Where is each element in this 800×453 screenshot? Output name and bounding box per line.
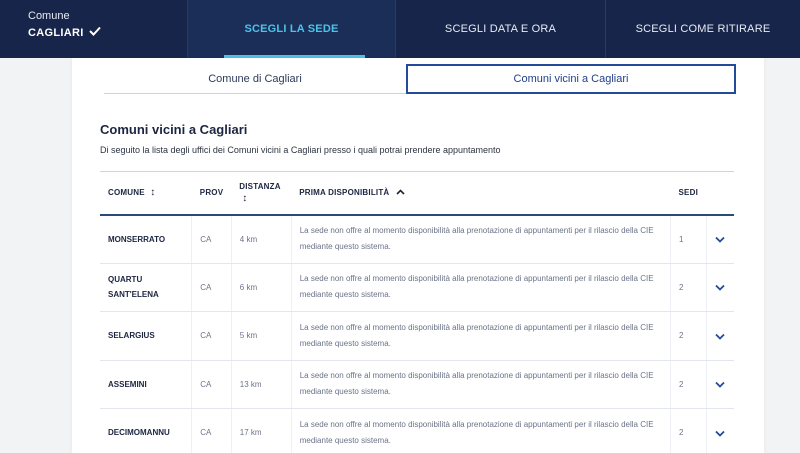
section-description: Di seguito la lista degli uffici dei Com… [100,145,501,155]
row-sedi: 2 [670,311,707,361]
offices-table: COMUNE ↕ PROV DISTANZA ↕ PRIMA DISPONIBI… [100,171,734,453]
table-row[interactable]: SELARGIUS CA 5 km La sede non offre al m… [100,311,734,361]
comune-value: CAGLIARI [28,26,84,39]
row-prov: CA [191,214,232,264]
row-prima-disponibilita: La sede non offre al momento disponibili… [291,263,672,312]
chevron-up-icon[interactable] [396,188,405,197]
header-sedi: SEDI [678,188,698,198]
comune-label: Comune [28,10,70,22]
table-row[interactable]: MONSERRATO CA 4 km La sede non offre al … [100,214,734,264]
tab-comuni-vicini[interactable]: Comuni vicini a Cagliari [406,64,736,94]
row-prima-disponibilita: La sede non offre al momento disponibili… [291,408,672,453]
row-distanza: 13 km [231,360,292,409]
row-comune: SELARGIUS [100,311,193,361]
chevron-down-icon[interactable] [706,311,734,361]
header-prima-disponibilita[interactable]: PRIMA DISPONIBILITÀ [291,172,670,215]
row-prima-disponibilita: La sede non offre al momento disponibili… [291,311,672,361]
tabs: Comune di Cagliari Comuni vicini a Cagli… [104,64,736,94]
table-row[interactable]: ASSEMINI CA 13 km La sede non offre al m… [100,360,734,409]
row-comune: DECIMOMANNU [100,408,193,453]
table-row[interactable]: QUARTU SANT'ELENA CA 6 km La sede non of… [100,263,734,312]
step-scegli-data-ora[interactable]: SCEGLI DATA E ORA [396,0,606,58]
row-comune: ASSEMINI [100,360,193,409]
main-panel: Comune di Cagliari Comuni vicini a Cagli… [72,58,764,453]
header-distanza-label: DISTANZA [239,181,281,191]
chevron-down-icon[interactable] [706,408,734,453]
row-sedi: 2 [670,408,707,453]
row-prov: CA [191,311,232,361]
sort-icon[interactable]: ↕ [150,187,155,198]
row-prov: CA [191,263,232,312]
comune-value-row: CAGLIARI [28,26,187,39]
step-scegli-sede[interactable]: SCEGLI LA SEDE [188,0,396,58]
row-distanza: 6 km [231,263,292,312]
row-sedi: 2 [670,263,707,312]
header-comune[interactable]: COMUNE ↕ [100,172,192,215]
selected-comune: Comune CAGLIARI [0,0,188,58]
table-row[interactable]: DECIMOMANNU CA 17 km La sede non offre a… [100,408,734,453]
step-scegli-ritiro[interactable]: SCEGLI COME RITIRARE [606,0,800,58]
sort-icon[interactable]: ↕ [242,193,247,204]
row-prov: CA [191,360,232,409]
row-prima-disponibilita: La sede non offre al momento disponibili… [291,360,672,409]
header-prov: PROV [199,188,224,198]
row-distanza: 17 km [231,408,292,453]
row-prov: CA [191,408,232,453]
check-icon [88,26,101,39]
row-distanza: 4 km [231,214,292,264]
chevron-down-icon[interactable] [706,263,734,312]
chevron-down-icon[interactable] [706,360,734,409]
header-prima-label: PRIMA DISPONIBILITÀ [299,188,390,198]
section-title: Comuni vicini a Cagliari [100,122,248,137]
table-header-row: COMUNE ↕ PROV DISTANZA ↕ PRIMA DISPONIBI… [100,171,734,215]
row-distanza: 5 km [231,311,292,361]
row-sedi: 2 [670,360,707,409]
row-sedi: 1 [670,214,707,264]
row-comune: MONSERRATO [100,214,193,264]
tab-comune-di-cagliari[interactable]: Comune di Cagliari [104,64,406,94]
header-comune-label: COMUNE [108,188,145,198]
header-distanza[interactable]: DISTANZA ↕ [231,172,291,215]
chevron-down-icon[interactable] [706,214,734,264]
row-comune: QUARTU SANT'ELENA [100,263,193,312]
row-prima-disponibilita: La sede non offre al momento disponibili… [291,214,672,264]
top-bar: Comune CAGLIARI SCEGLI LA SEDE SCEGLI DA… [0,0,800,58]
header-expand [706,172,734,215]
